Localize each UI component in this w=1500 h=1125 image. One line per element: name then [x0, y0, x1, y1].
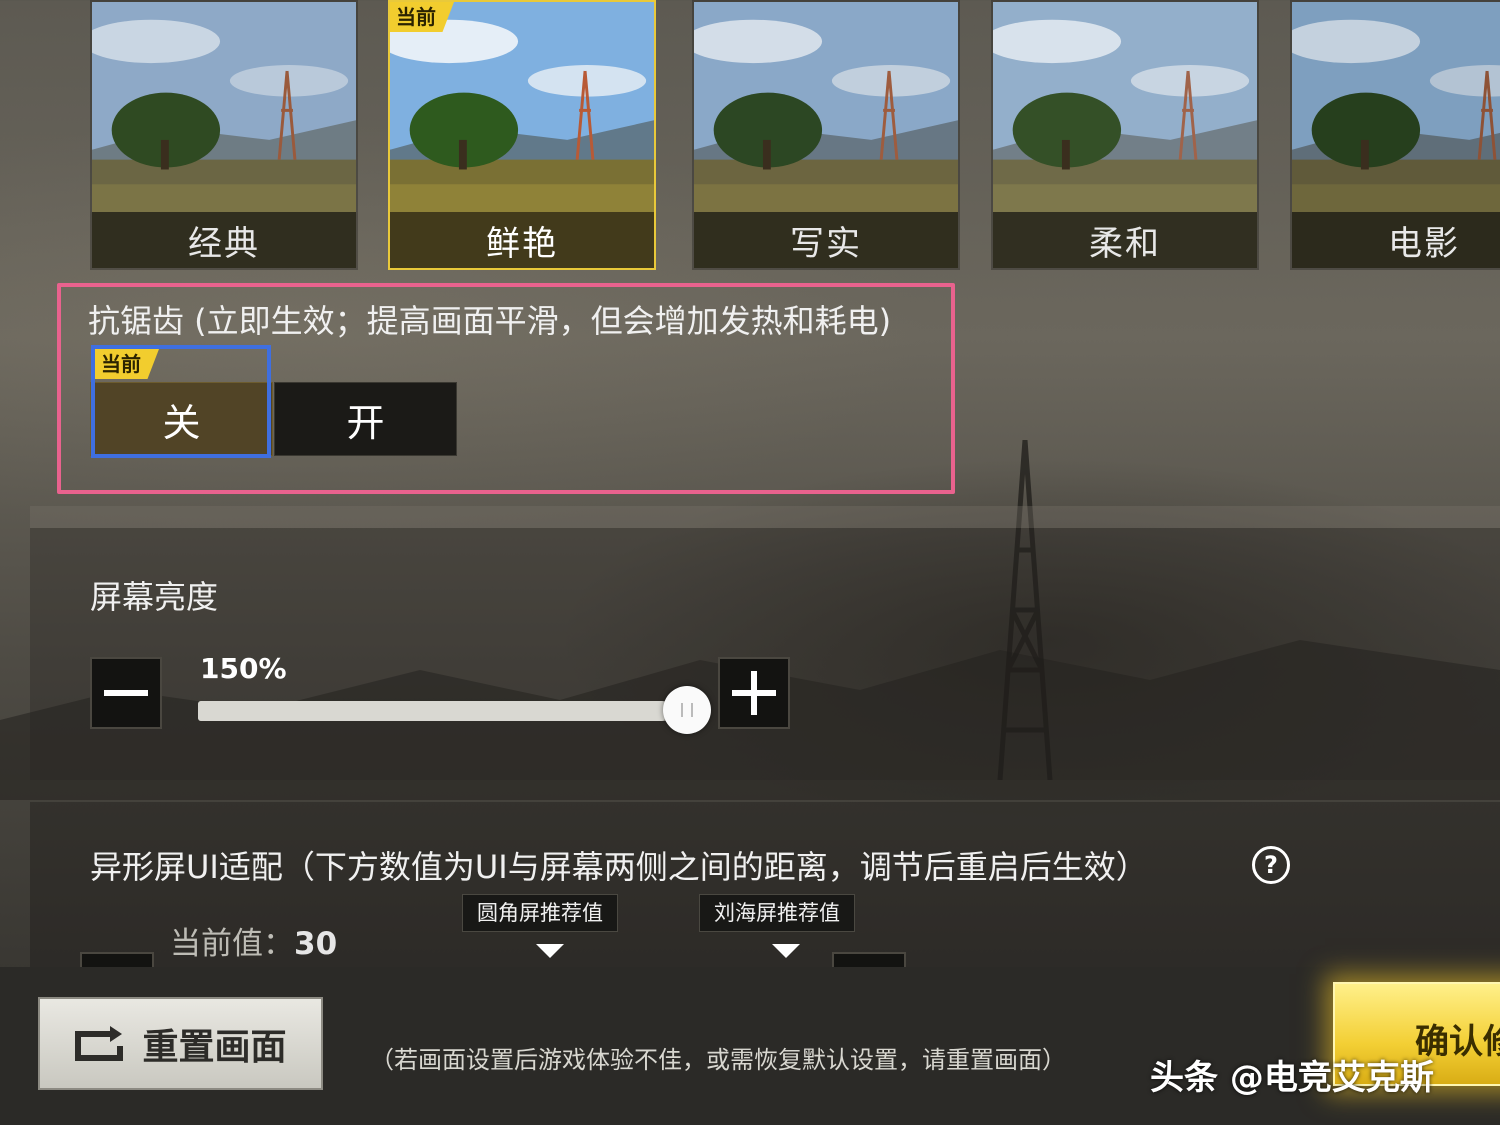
help-icon[interactable]: ? [1252, 846, 1290, 884]
notch-adaptation-title: 异形屏UI适配（下方数值为UI与屏幕两侧之间的距离，调节后重启后生效） [90, 848, 1148, 886]
notch-current-label: 当前值： [170, 926, 294, 962]
brightness-slider-track[interactable] [198, 701, 690, 721]
brightness-increase-button[interactable] [718, 657, 790, 729]
section-divider [30, 506, 1500, 528]
preset-cinematic[interactable]: 电影 [1290, 0, 1500, 270]
caret-down-icon [536, 944, 564, 958]
preset-label: 鲜艳 [390, 212, 654, 268]
reset-label: 重置画面 [142, 1026, 287, 1068]
preset-soft[interactable]: 柔和 [991, 0, 1259, 270]
brightness-decrease-button[interactable] [90, 657, 162, 729]
preset-label: 电影 [1292, 212, 1500, 268]
reset-icon [75, 1025, 124, 1061]
caret-down-icon [772, 944, 800, 958]
notch-current-number: 30 [294, 926, 338, 962]
antialias-on-label: 开 [346, 400, 385, 445]
rounded-screen-recommend-button[interactable]: 圆角屏推荐值 [462, 894, 618, 932]
brightness-slider-thumb[interactable] [663, 686, 711, 734]
minus-icon [104, 690, 148, 696]
preset-realistic[interactable]: 写实 [692, 0, 960, 270]
brightness-title: 屏幕亮度 [90, 578, 219, 616]
notch-increase-button[interactable] [832, 952, 906, 968]
preset-label: 写实 [694, 212, 958, 268]
notch-current-value: 当前值：30 [170, 918, 337, 963]
reset-note: （若画面设置后游戏体验不佳，或需恢复默认设置，请重置画面） [370, 1046, 1066, 1074]
grip-icon [681, 703, 693, 717]
preset-vivid[interactable]: 当前 鲜艳 [388, 0, 656, 270]
notch-screen-recommend-button[interactable]: 刘海屏推荐值 [699, 894, 855, 932]
antialias-on-button[interactable]: 开 [274, 382, 457, 456]
preset-classic[interactable]: 经典 [90, 0, 358, 270]
reset-graphics-button[interactable]: 重置画面 [38, 997, 323, 1090]
preset-label: 经典 [92, 212, 356, 268]
preset-label: 柔和 [993, 212, 1257, 268]
antialias-title: 抗锯齿 (立即生效；提高画面平滑，但会增加发热和耗电) [88, 302, 892, 340]
plus-icon [732, 671, 776, 715]
watermark: 头条 @电竞艾克斯 [1150, 1058, 1434, 1098]
brightness-value: 150% [200, 652, 287, 685]
notch-decrease-button[interactable] [80, 952, 154, 968]
antialias-selection-frame [91, 345, 271, 458]
brightness-slider-fill [198, 701, 666, 721]
